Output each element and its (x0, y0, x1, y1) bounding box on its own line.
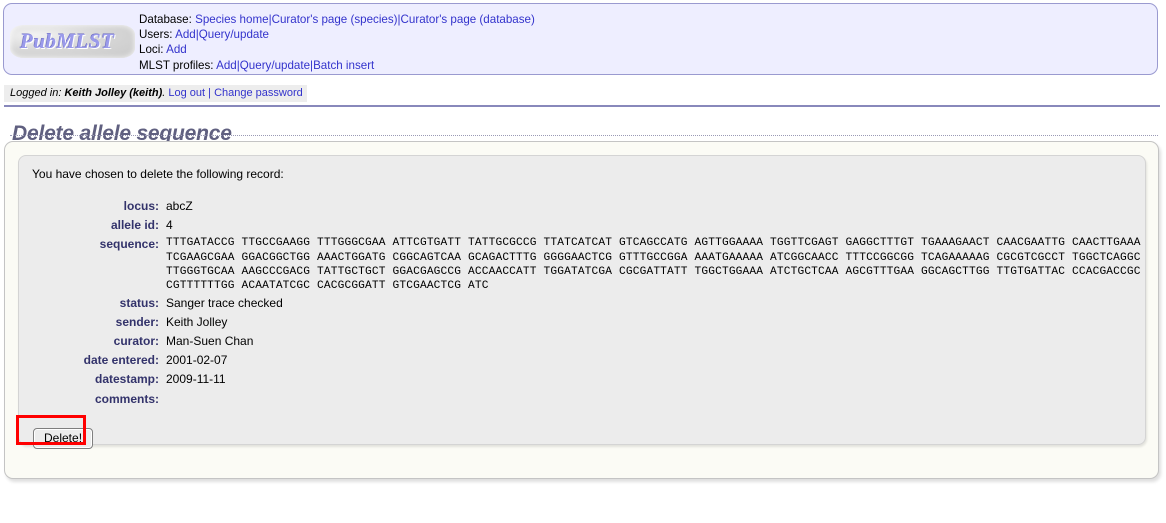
field-value-datestamp: 2009-11-11 (166, 372, 226, 387)
nav-row-database: Database: Species home|Curator's page (s… (139, 12, 535, 27)
nav-link-species-home[interactable]: Species home (195, 13, 268, 26)
site-header: PubMLST Database: Species home|Curator's… (3, 3, 1158, 75)
nav-link-users-query-update[interactable]: Query/update (199, 28, 269, 41)
nav-link-profiles-add[interactable]: Add (216, 59, 237, 72)
title-bottom-dotted-rule (10, 135, 1158, 136)
session-bar: Logged in: Keith Jolley (keith). Log out… (4, 85, 307, 102)
nav-link-profiles-batch-insert[interactable]: Batch insert (313, 59, 374, 72)
field-label-date-entered: date entered: (83, 353, 159, 368)
nav-link-curators-page-database[interactable]: Curator's page (database) (401, 13, 535, 26)
sequence-line: TTTGATACCG TTGCCGAAGG TTTGGGCGAA ATTCGTG… (166, 237, 1141, 250)
pubmlst-logo: PubMLST (10, 25, 135, 58)
field-label-sequence: sequence: (99, 237, 159, 252)
record-box: You have chosen to delete the following … (18, 155, 1146, 449)
table-row: locus: abcZ (19, 197, 1141, 216)
field-value-curator: Man-Suen Chan (166, 334, 254, 348)
field-label-allele-id: allele id: (110, 218, 159, 233)
change-password-link[interactable]: Change password (214, 87, 303, 99)
table-row: status: Sanger trace checked (19, 294, 1141, 313)
session-separator: | (208, 87, 211, 99)
nav-row-loci-label: Loci: (139, 43, 164, 57)
table-row: date entered: 2001-02-07 (19, 351, 1141, 370)
nav-row-database-label: Database: (139, 13, 192, 26)
field-value-status: Sanger trace checked (166, 295, 283, 310)
field-value-sequence: TTTGATACCG TTGCCGAAGG TTTGGGCGAA ATTCGTG… (166, 235, 1141, 293)
field-value-sender: Keith Jolley (166, 314, 228, 329)
sequence-line: CGTTTTTTGG ACAATATCGC CACGCGGATT GTCGAAC… (166, 280, 489, 293)
sequence-line: TCGAAGCGAA GGACGGCTGG AAACTGGATG CGGCAGT… (166, 251, 1141, 264)
record-field-table: locus: abcZ allele id: 4 sequence: TTTGA… (19, 197, 1141, 409)
table-row: datestamp: 2009-11-11 (19, 370, 1141, 389)
main-content-panel: You have chosen to delete the following … (4, 141, 1159, 479)
nav-link-loci-add[interactable]: Add (166, 43, 187, 56)
delete-button-wrapper: Delete! (33, 428, 94, 449)
field-label-locus: locus: (123, 199, 159, 213)
nav-row-mlst-profiles-label: MLST profiles: (139, 58, 214, 72)
table-row: sequence: TTTGATACCG TTGCCGAAGG TTTGGGCG… (19, 235, 1141, 293)
nav-link-profiles-query-update[interactable]: Query/update (240, 59, 310, 72)
header-navigation: Database: Species home|Curator's page (s… (139, 12, 535, 73)
field-value-comments (166, 390, 1141, 409)
field-label-status: status: (119, 295, 159, 310)
nav-link-curators-page-species[interactable]: Curator's page (species) (272, 13, 398, 26)
sequence-line: TTGGGTGCAA AAGCCCGACG TATTGCTGCT GGACGAG… (166, 266, 1141, 278)
field-label-comments: comments: (94, 391, 159, 406)
nav-row-loci: Loci: Add (139, 42, 535, 57)
field-value-date-entered: 2001-02-07 (166, 353, 228, 368)
logo-text: PubMLST (20, 29, 115, 53)
logged-in-period: . (162, 87, 166, 99)
field-label-sender: sender: (115, 314, 159, 329)
title-top-rule (4, 105, 1160, 107)
nav-row-mlst-profiles: MLST profiles: Add|Query/update|Batch in… (139, 58, 535, 73)
field-label-datestamp: datestamp: (94, 372, 159, 387)
nav-row-users-label: Users: (139, 28, 173, 42)
table-row: comments: (19, 390, 1141, 409)
field-value-allele-id: 4 (166, 218, 173, 233)
intro-text: You have chosen to delete the following … (32, 167, 284, 181)
logged-in-prefix: Logged in: (10, 87, 62, 99)
logout-link[interactable]: Log out (168, 87, 205, 99)
logged-in-username: Keith Jolley (keith) (64, 87, 163, 99)
nav-row-users: Users: Add|Query/update (139, 27, 535, 42)
field-value-locus: abcZ (166, 199, 193, 213)
delete-button[interactable]: Delete! (33, 428, 94, 449)
field-label-curator: curator: (113, 334, 159, 348)
nav-link-users-add[interactable]: Add (175, 28, 196, 41)
table-row: allele id: 4 (19, 216, 1141, 235)
table-row: curator: Man-Suen Chan (19, 332, 1141, 351)
table-row: sender: Keith Jolley (19, 313, 1141, 332)
